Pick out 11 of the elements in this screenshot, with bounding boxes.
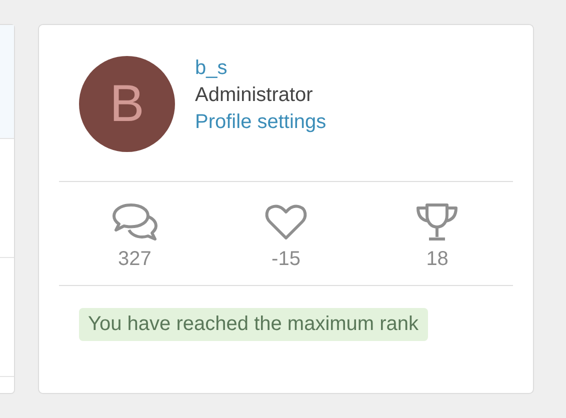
profile-settings-link[interactable]: Profile settings xyxy=(195,111,326,134)
stat-count: -15 xyxy=(272,248,300,271)
heart-icon xyxy=(264,202,308,242)
stat-count: 327 xyxy=(118,248,152,271)
chat-bubbles-icon xyxy=(110,202,159,242)
stat-count: 18 xyxy=(426,248,448,271)
avatar: B xyxy=(79,56,175,152)
user-role: Administrator xyxy=(195,84,314,107)
rank-notice: You have reached the maximum rank xyxy=(79,308,428,341)
trophy-icon xyxy=(415,202,460,242)
username-link[interactable]: b_s xyxy=(195,57,326,80)
